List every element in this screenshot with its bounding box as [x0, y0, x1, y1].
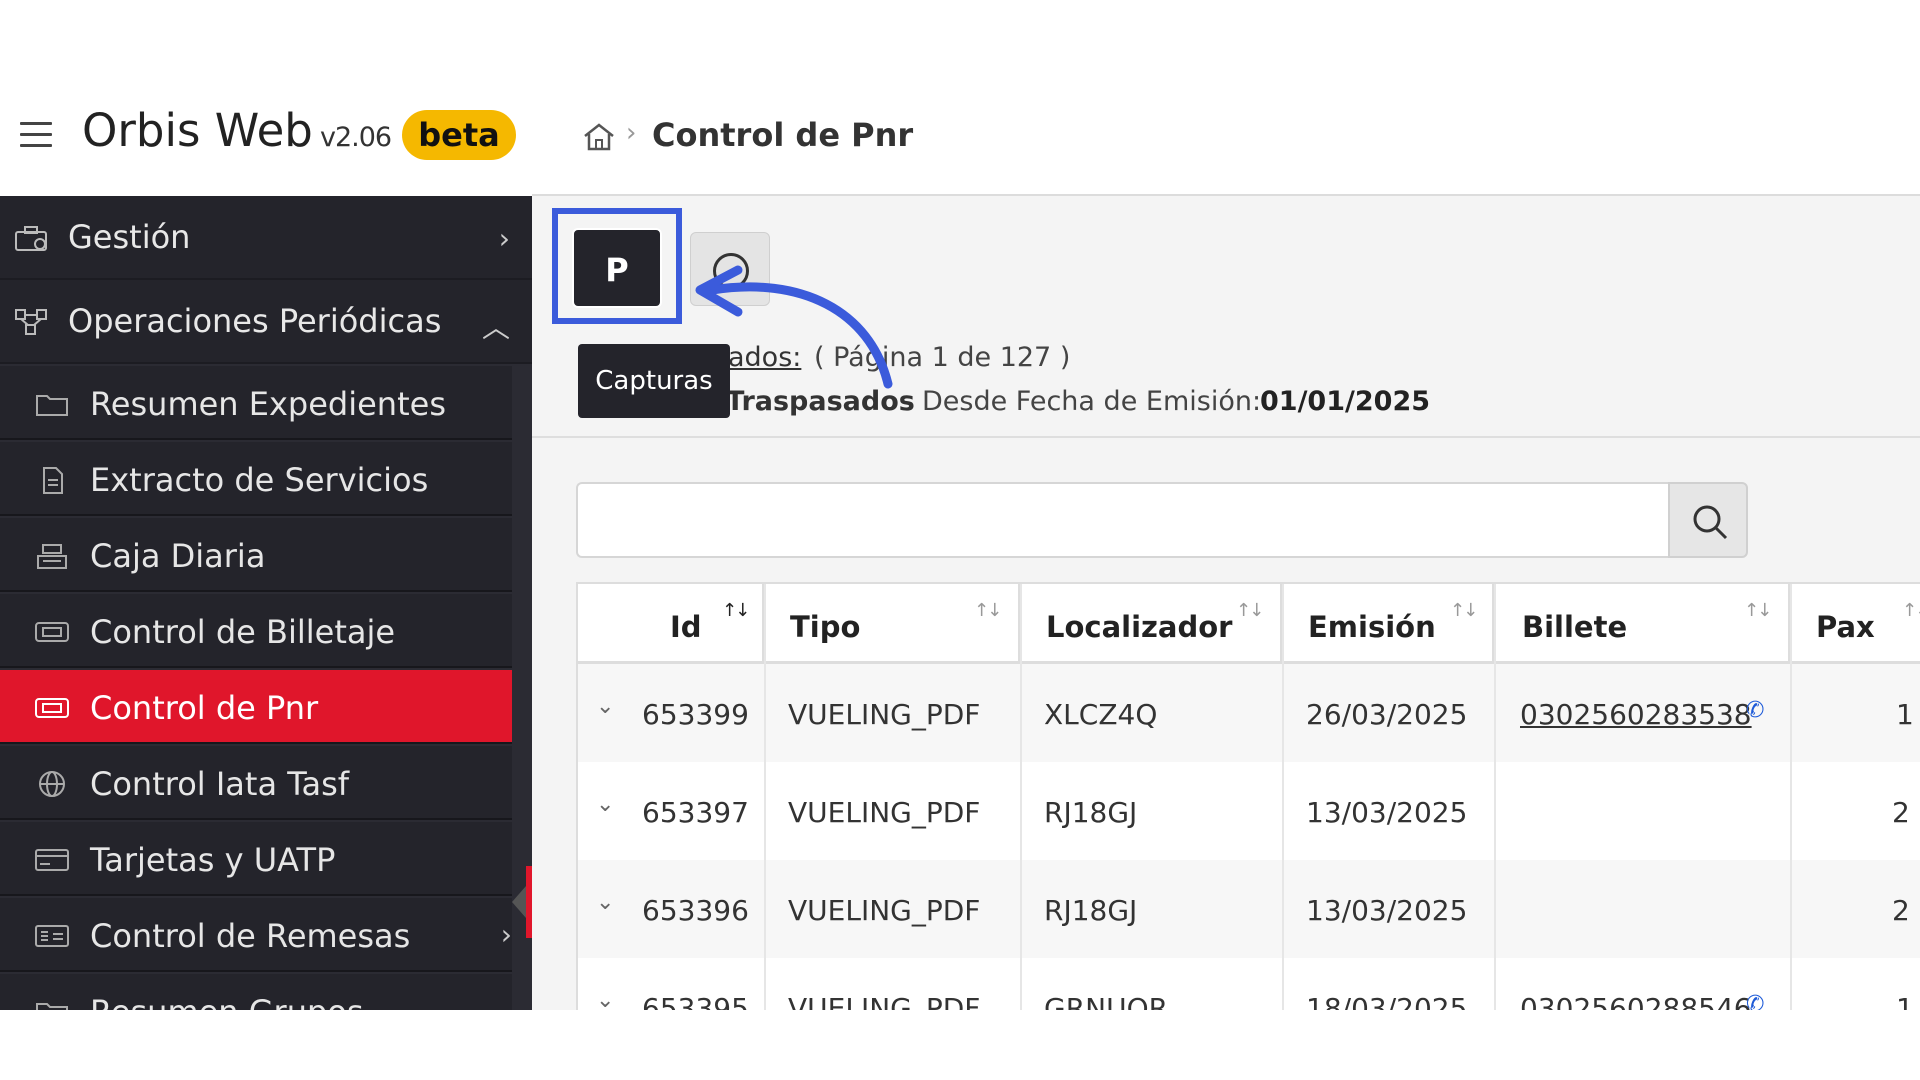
briefcase-icon	[15, 226, 47, 251]
sidebar-item-extracto-servicios[interactable]: Extracto de Servicios	[0, 442, 512, 516]
chevron-down-icon[interactable]: ⌄	[596, 988, 614, 1010]
sort-icon: ↑↓	[1236, 600, 1264, 621]
network-icon	[15, 309, 47, 335]
search-button[interactable]	[1668, 482, 1748, 558]
sidebar-item-tarjetas-uatp[interactable]: Tarjetas y UATP	[0, 822, 512, 896]
search-input[interactable]	[576, 482, 1668, 558]
chevron-down-icon[interactable]: ⌄	[596, 694, 614, 719]
bottom-margin	[0, 1010, 1920, 1080]
table-row[interactable]: ⌄ 653397 VUELING_PDF RJ18GJ 13/03/2025 2	[578, 762, 1920, 860]
app-version: v2.06	[320, 122, 392, 153]
chevron-right-icon: ›	[498, 222, 510, 255]
column-divider	[1282, 584, 1284, 1010]
column-divider	[1020, 584, 1022, 1010]
ticket-icon	[35, 622, 69, 642]
secondary-toolbar-button[interactable]	[690, 232, 770, 306]
circle-icon	[713, 253, 749, 289]
sidebar-item-label: Extracto de Servicios	[90, 461, 429, 499]
column-header-tipo[interactable]: Tipo ↑↓	[764, 584, 1020, 664]
column-divider	[1790, 584, 1792, 1010]
phone-icon[interactable]: ✆	[1746, 992, 1764, 1010]
home-icon[interactable]	[582, 122, 616, 156]
table-row[interactable]: ⌄ 653395 VUELING_PDF GRNUOR 18/03/2025 0…	[578, 958, 1920, 1010]
sort-icon: ↑↓	[1450, 600, 1478, 621]
chevron-down-icon[interactable]: ⌄	[596, 890, 614, 915]
credit-card-icon	[35, 849, 69, 871]
main-content: P ados: ( Página 1 de 127 ) Traspasados …	[532, 196, 1920, 1010]
chevron-down-icon[interactable]: ⌄	[596, 792, 614, 817]
sidebar-item-control-remesas[interactable]: Control de Remesas ›	[0, 898, 512, 972]
sidebar-group-operaciones[interactable]: Operaciones Periódicas ︿	[0, 280, 532, 364]
sidebar-item-label: Control de Remesas	[90, 917, 411, 955]
sidebar-item-label: Control de Pnr	[90, 689, 319, 727]
column-divider	[1494, 584, 1496, 1010]
phone-icon[interactable]: ✆	[1746, 698, 1764, 723]
section-divider	[532, 436, 1920, 438]
column-header-localizador[interactable]: Localizador ↑↓	[1020, 584, 1282, 664]
sidebar-item-label: Resumen Grupos	[90, 993, 364, 1010]
sidebar-item-resumen-expedientes[interactable]: Resumen Expedientes	[0, 366, 512, 440]
sort-icon: ↑↓	[1744, 600, 1772, 621]
document-icon	[43, 467, 63, 494]
beta-badge: beta	[402, 110, 516, 160]
ticket-link[interactable]: 0302560288546	[1520, 992, 1752, 1010]
sidebar-item-control-iata-tasf[interactable]: Control Iata Tasf	[0, 746, 512, 820]
sidebar-item-resumen-grupos[interactable]: Resumen Grupos	[0, 974, 512, 1010]
search-icon	[1693, 505, 1728, 540]
table-row[interactable]: ⌄ 653399 VUELING_PDF XLCZ4Q 26/03/2025 0…	[578, 664, 1920, 762]
filter-date-label: Desde Fecha de Emisión:	[922, 386, 1262, 417]
globe-icon	[39, 771, 65, 797]
capturas-button[interactable]: P	[572, 228, 662, 308]
pagination-info: ( Página 1 de 127 )	[814, 342, 1071, 373]
breadcrumb-separator: ›	[626, 118, 637, 148]
column-divider	[764, 584, 766, 1010]
sidebar-item-label: Tarjetas y UATP	[90, 841, 336, 879]
money-icon	[35, 925, 69, 947]
sort-icon: ↑↓	[974, 600, 1002, 621]
sidebar-group-label: Gestión	[68, 218, 191, 256]
app-title: Orbis Web	[82, 104, 313, 157]
app-header: Orbis Web v2.06 beta › Control de Pnr	[0, 0, 1920, 196]
chevron-up-icon: ︿	[481, 311, 510, 344]
sidebar: Gestión › Operaciones Periódicas ︿ Resum…	[0, 196, 532, 1010]
active-item-notch	[512, 886, 526, 918]
sidebar-item-control-pnr[interactable]: Control de Pnr	[0, 670, 512, 744]
column-header-billete[interactable]: Billete ↑↓	[1494, 584, 1790, 664]
filter-type: Traspasados	[726, 386, 915, 417]
breadcrumb-current: Control de Pnr	[652, 116, 914, 154]
column-header-pax[interactable]: Pax ↑↓	[1790, 584, 1920, 664]
column-header-id[interactable]: Id ↑↓	[578, 584, 764, 664]
sidebar-item-label: Resumen Expedientes	[90, 385, 446, 423]
table-row[interactable]: ⌄ 653396 VUELING_PDF RJ18GJ 13/03/2025 2	[578, 860, 1920, 958]
sidebar-group-gestion[interactable]: Gestión ›	[0, 196, 532, 280]
sidebar-item-label: Control Iata Tasf	[90, 765, 350, 803]
sidebar-item-control-billetaje[interactable]: Control de Billetaje	[0, 594, 512, 668]
sort-icon: ↑↓	[1902, 600, 1920, 621]
cash-register-icon	[37, 544, 67, 569]
sidebar-group-label: Operaciones Periódicas	[68, 302, 442, 340]
hamburger-menu-icon[interactable]	[20, 122, 52, 148]
column-header-emision[interactable]: Emisión ↑↓	[1282, 584, 1494, 664]
results-link[interactable]: ados:	[728, 342, 801, 373]
sort-active-icon: ↑↓	[722, 600, 750, 621]
folder-icon	[36, 395, 68, 416]
ticket-icon	[35, 698, 69, 718]
tooltip: Capturas	[578, 344, 730, 418]
ticket-link[interactable]: 0302560283538	[1520, 698, 1752, 731]
pnr-table: Id ↑↓ Tipo ↑↓ Localizador ↑↓ Emisión ↑↓ …	[576, 582, 1920, 1010]
sidebar-item-caja-diaria[interactable]: Caja Diaria	[0, 518, 512, 592]
folder-icon	[36, 1003, 68, 1010]
sidebar-item-label: Control de Billetaje	[90, 613, 396, 651]
chevron-right-icon: ›	[500, 918, 512, 951]
filter-date-value: 01/01/2025	[1260, 386, 1431, 417]
sidebar-item-label: Caja Diaria	[90, 537, 266, 575]
